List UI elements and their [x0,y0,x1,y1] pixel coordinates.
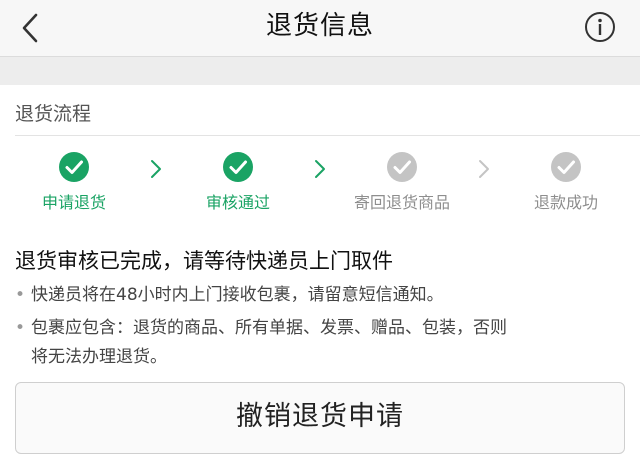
check-circle-gray-icon [387,152,417,182]
nav-bar: 退货信息 [0,0,640,57]
note-text: 快递员将在48小时内上门接收包裹，请留意短信通知。 [31,285,444,305]
step-label: 退款成功 [533,193,598,212]
note-courier: • 快递员将在48小时内上门接收包裹，请留意短信通知。 [15,281,625,310]
chevron-right-icon [151,160,161,178]
step-label: 审核通过 [205,193,270,212]
cancel-return-button[interactable]: 撤销退货申请 [15,382,625,454]
step-label: 寄回退货商品 [353,193,450,212]
bullet: • [15,285,26,305]
step-ship-back: 寄回退货商品 [332,151,472,213]
check-circle-icon [59,152,89,182]
step-refund-success: 退款成功 [496,151,636,213]
step-review-approved: 审核通过 [168,151,308,213]
chevron-right-icon [479,160,489,178]
bullet: • [15,318,26,338]
page-title: 退货信息 [265,11,374,41]
status-heading: 退货审核已完成，请等待快递员上门取件 [15,249,393,273]
divider [15,135,640,136]
return-info-card: 退货流程 申请退货 审核通过 寄回退货商品 退款成功 退货审核已完成，请等待快递… [0,85,640,473]
chevron-right-icon [315,160,325,178]
note-text-continued: 将无法办理退货。 [31,347,167,367]
check-circle-icon [223,152,253,182]
info-icon[interactable] [584,11,616,43]
step-label: 申请退货 [41,193,106,212]
check-circle-gray-icon [551,152,581,182]
step-apply-return: 申请退货 [4,151,144,213]
flow-title: 退货流程 [15,103,92,125]
section-gap [0,57,640,85]
note-package: • 包裹应包含：退货的商品、所有单据、发票、赠品、包装，否则 将无法办理退货。 [15,314,625,372]
note-text: 包裹应包含：退货的商品、所有单据、发票、赠品、包装，否则 [31,318,507,338]
